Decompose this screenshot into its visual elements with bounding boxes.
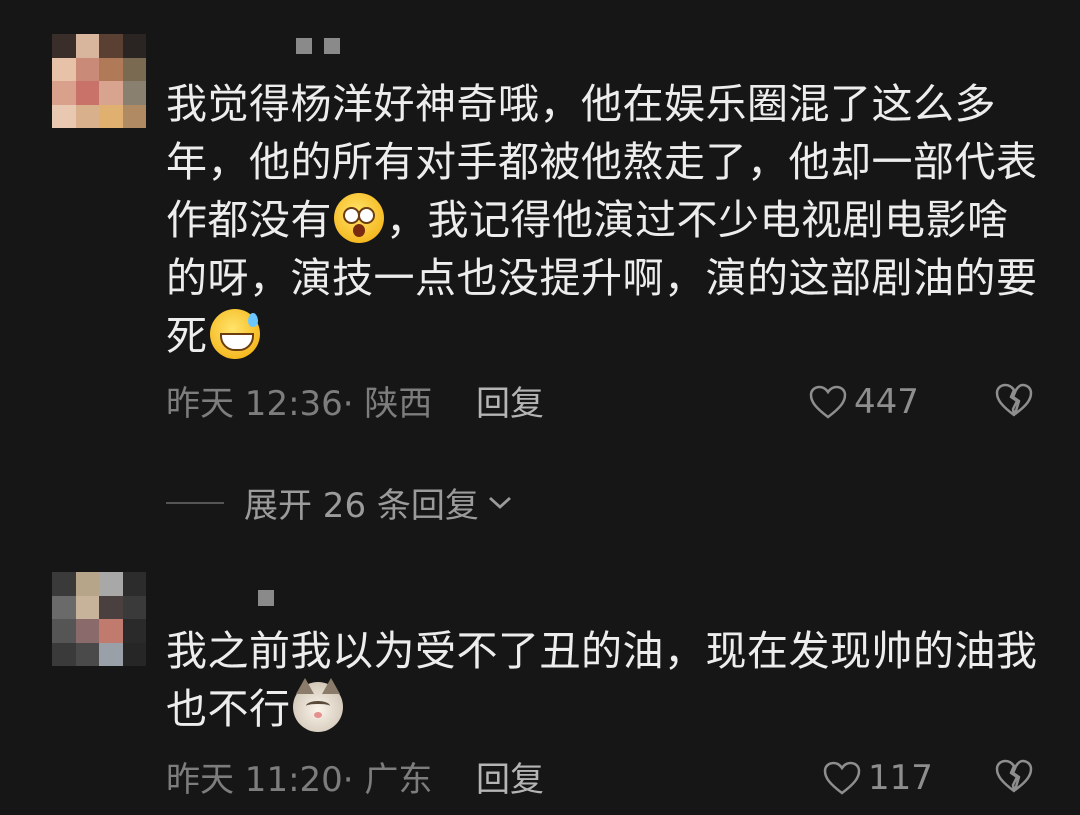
broken-heart-icon[interactable] (994, 758, 1034, 794)
shocked-face-icon (334, 193, 384, 243)
time-location: 昨天 12:36· 陕西 (166, 383, 433, 424)
heart-icon (823, 761, 861, 795)
time-location: 昨天 11:20· 广东 (166, 759, 433, 800)
comment-text: 我之前我以为受不了丑的油，现在发现帅的油我也不行 (166, 622, 1046, 738)
comment-text: 我觉得杨洋好神奇哦，他在娱乐圈混了这么多年，他的所有对手都被他熬走了，他却一部代… (166, 75, 1046, 365)
expand-replies-button[interactable]: 展开 26 条回复 (166, 478, 513, 527)
like-button[interactable]: 117 (822, 758, 933, 798)
username-masked[interactable] (258, 590, 274, 606)
heart-icon (809, 385, 847, 419)
expand-replies-label: 展开 26 条回复 (244, 486, 479, 526)
avatar[interactable] (52, 572, 146, 666)
divider-line (166, 501, 224, 504)
like-count: 117 (868, 758, 933, 798)
chevron-down-icon (488, 496, 511, 509)
like-button[interactable]: 447 (808, 382, 919, 422)
username-masked[interactable] (296, 38, 340, 54)
cat-face-icon (292, 678, 343, 732)
reply-button[interactable]: 回复 (476, 376, 544, 425)
broken-heart-icon[interactable] (994, 382, 1034, 418)
like-count: 447 (854, 382, 919, 422)
avatar[interactable] (52, 34, 146, 128)
grinning-sweat-icon (209, 309, 260, 359)
reply-button[interactable]: 回复 (476, 752, 544, 801)
